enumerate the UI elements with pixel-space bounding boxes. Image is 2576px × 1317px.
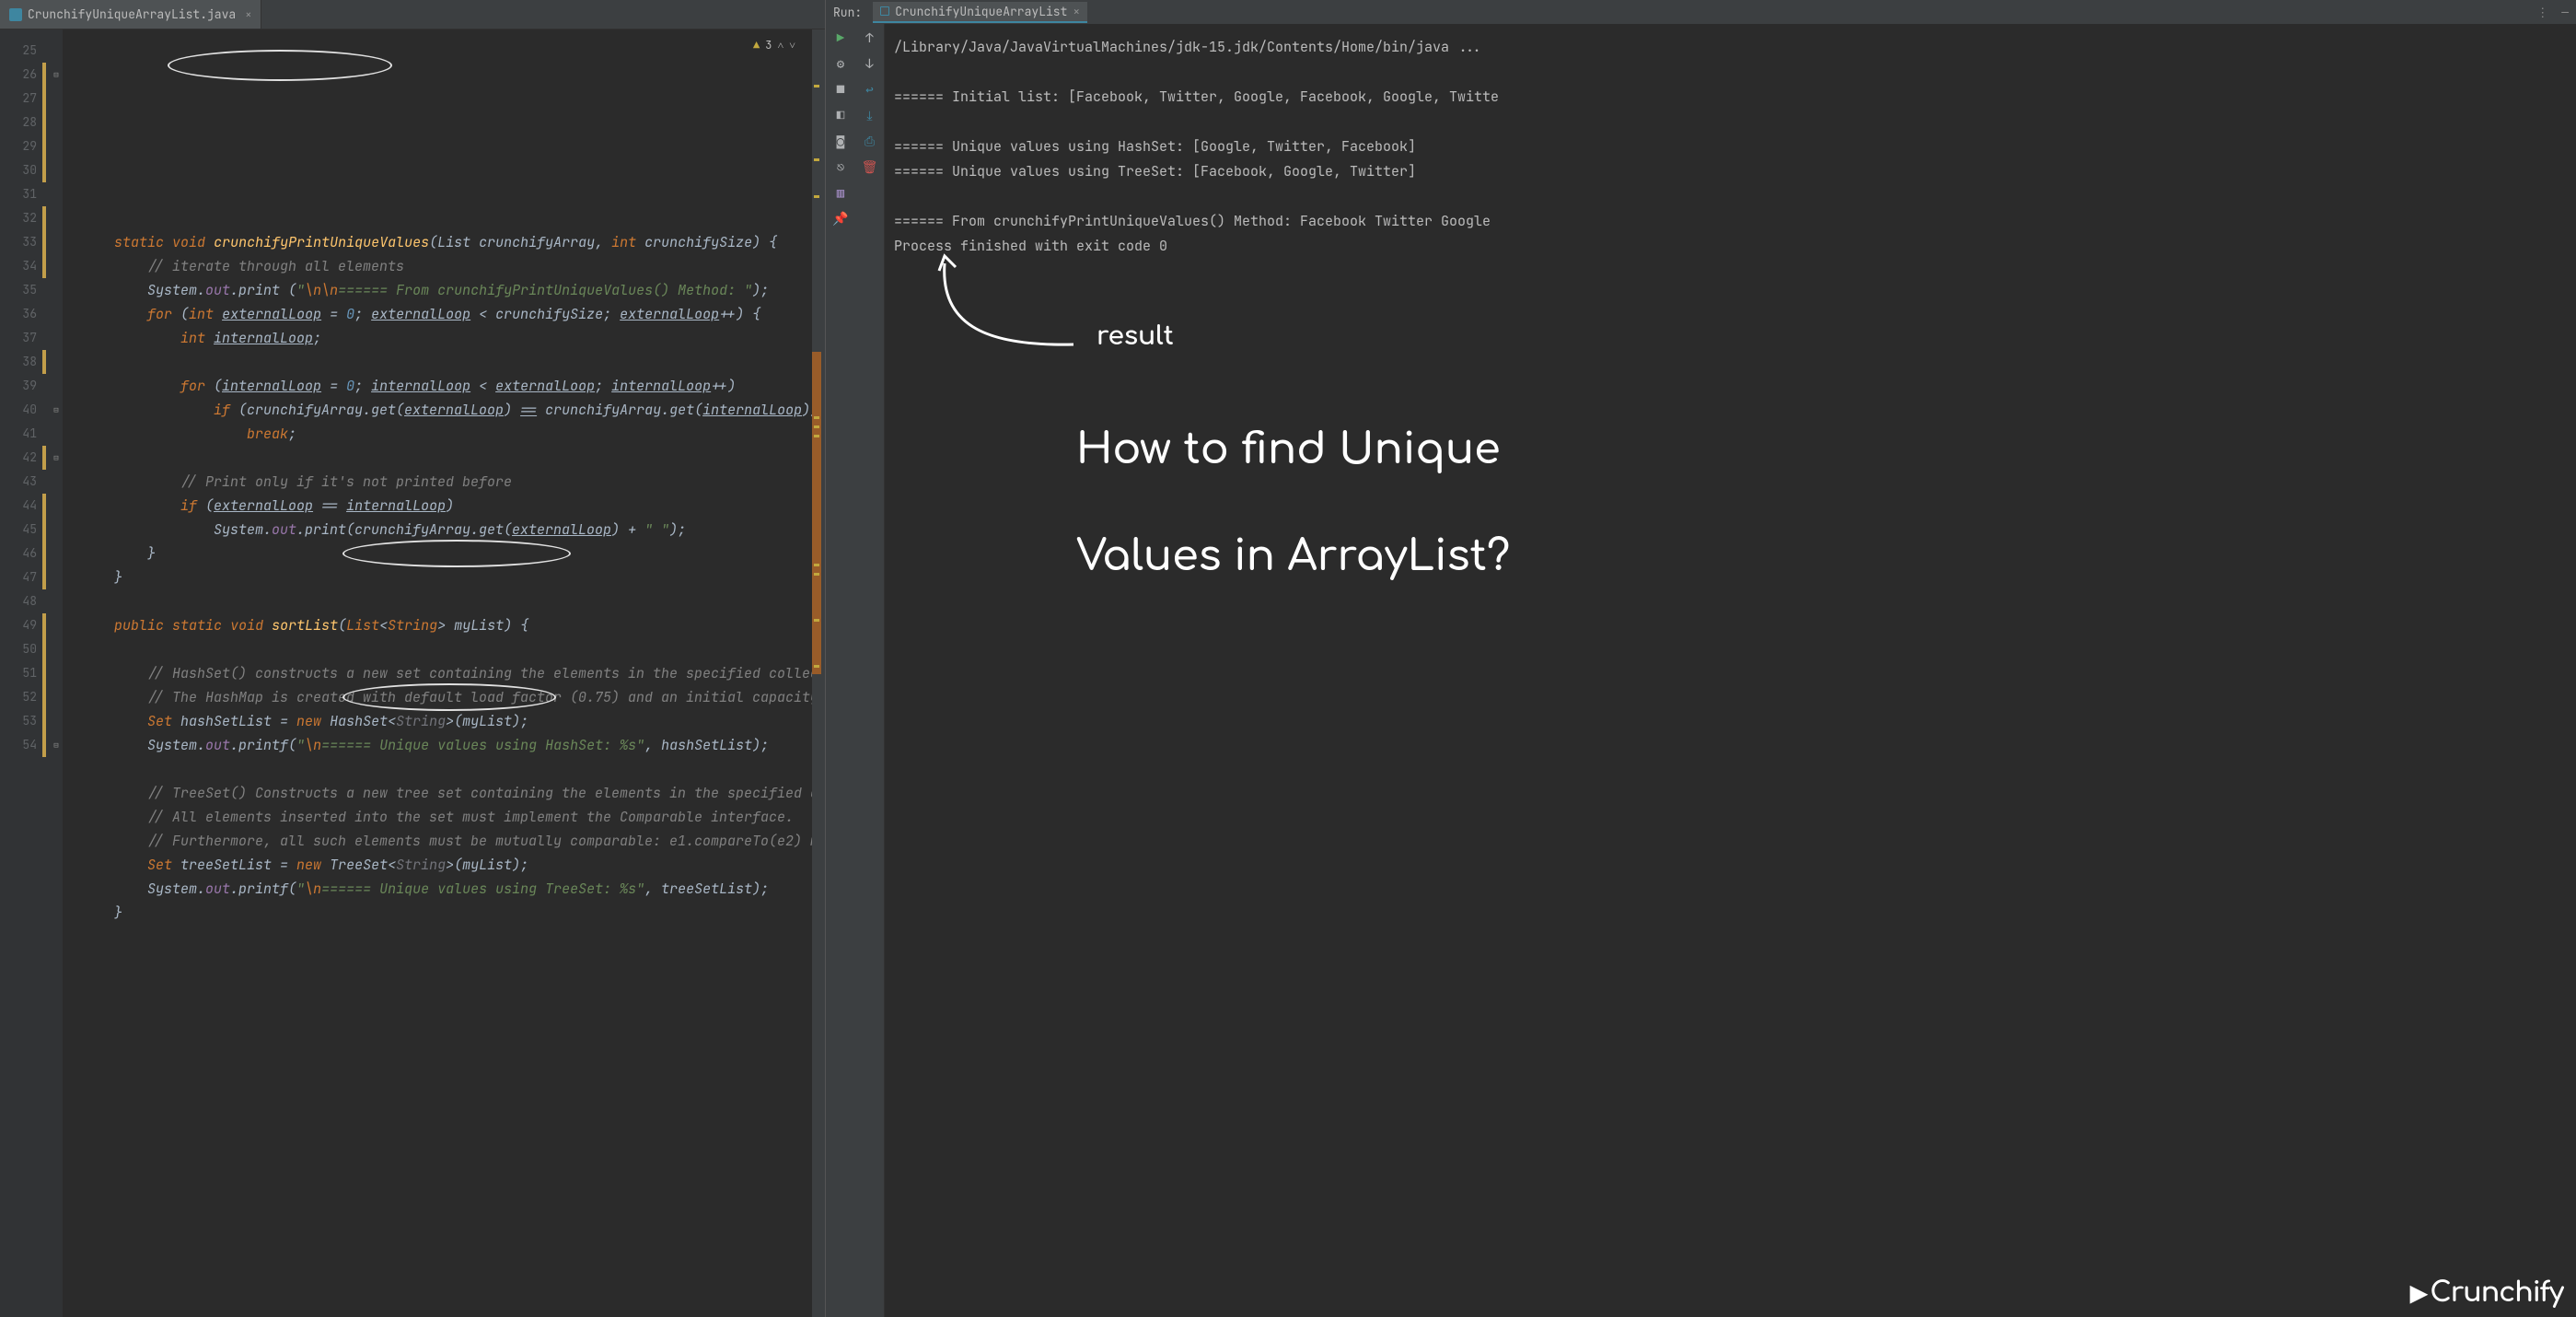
run-toolbar-left: ▶ ⚙ ■ ◧ ◙ ⎋ ▥ 📌 bbox=[826, 24, 855, 1317]
editor-tab-filename: CrunchifyUniqueArrayList.java bbox=[28, 6, 236, 22]
arrow-annotation bbox=[935, 254, 1083, 365]
brand-icon: ▶ bbox=[2410, 1281, 2426, 1306]
more-icon[interactable]: ⋮ bbox=[2536, 5, 2548, 20]
editor-tab[interactable]: CrunchifyUniqueArrayList.java × bbox=[0, 0, 261, 29]
chevron-up-icon[interactable]: ˄ bbox=[777, 33, 783, 57]
line-number-gutter[interactable]: 2526272829303132333435363738394041424344… bbox=[0, 29, 42, 1317]
warning-count: 3 bbox=[765, 33, 772, 57]
camera-icon[interactable]: ◙ bbox=[833, 134, 848, 149]
pin-icon[interactable]: 📌 bbox=[833, 212, 848, 227]
close-icon[interactable]: × bbox=[1073, 4, 1080, 19]
stop-icon[interactable]: ■ bbox=[833, 83, 848, 98]
java-file-icon bbox=[9, 8, 22, 21]
run-label: Run: bbox=[833, 5, 862, 20]
fold-gutter[interactable]: ⊟⊟⊟⊟ bbox=[50, 29, 63, 1317]
application-icon bbox=[880, 6, 889, 16]
settings-icon[interactable]: ⚙ bbox=[833, 57, 848, 72]
chevron-down-icon[interactable]: ˅ bbox=[789, 33, 795, 57]
result-label: result bbox=[1097, 324, 1174, 349]
print-icon[interactable]: ⎙ bbox=[863, 134, 877, 149]
circle-annotation bbox=[168, 50, 392, 81]
minimize-icon[interactable]: — bbox=[2561, 5, 2569, 20]
brand-watermark: ▶Crunchify bbox=[2410, 1281, 2563, 1306]
rerun-icon[interactable]: ▶ bbox=[833, 31, 848, 46]
soft-wrap-icon[interactable]: ↩ bbox=[863, 83, 877, 98]
run-config-name: CrunchifyUniqueArrayList bbox=[895, 4, 1067, 19]
vcs-gutter bbox=[42, 29, 50, 1317]
code-area[interactable]: ▲ 3 ˄ ˅ static void crunchifyPrintUnique… bbox=[63, 29, 812, 1317]
overlay-title: How to find Unique Values in ArrayList? bbox=[977, 369, 1510, 636]
exit-icon[interactable]: ⎋ bbox=[833, 160, 848, 175]
up-icon[interactable]: ↑ bbox=[863, 31, 877, 46]
error-stripe[interactable] bbox=[812, 29, 825, 1317]
dump-icon[interactable]: ◧ bbox=[833, 109, 848, 123]
layout-icon[interactable]: ▥ bbox=[833, 186, 848, 201]
scroll-to-end-icon[interactable]: ⤓ bbox=[863, 109, 877, 123]
editor-body[interactable]: 2526272829303132333435363738394041424344… bbox=[0, 29, 825, 1317]
console-output[interactable]: /Library/Java/JavaVirtualMachines/jdk-15… bbox=[885, 24, 2576, 1317]
scrollbar-thumb[interactable] bbox=[812, 352, 821, 674]
run-config-tab[interactable]: CrunchifyUniqueArrayList × bbox=[873, 2, 1087, 23]
clear-icon[interactable]: 🗑 bbox=[863, 160, 877, 175]
close-icon[interactable]: × bbox=[245, 7, 251, 22]
warning-icon: ▲ bbox=[753, 33, 760, 57]
down-icon[interactable]: ↓ bbox=[863, 57, 877, 72]
run-toolbar-right: ↑ ↓ ↩ ⤓ ⎙ 🗑 bbox=[855, 24, 885, 1317]
inspection-widget[interactable]: ▲ 3 ˄ ˅ bbox=[753, 33, 795, 57]
